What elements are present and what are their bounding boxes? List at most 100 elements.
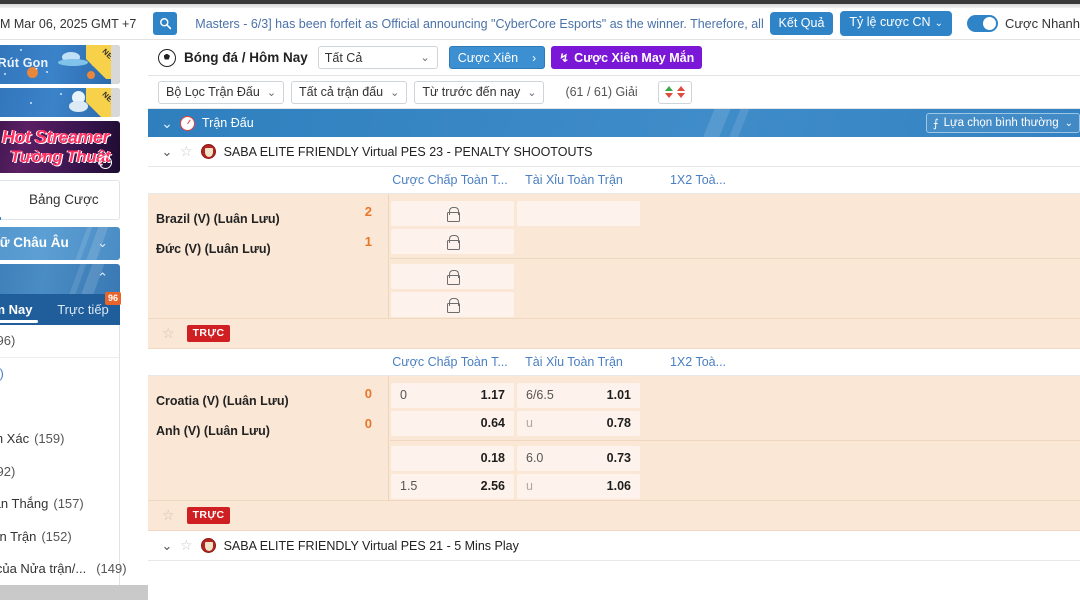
lucky-parlay-button[interactable]: ↯ Cược Xiên May Mắn bbox=[551, 46, 703, 69]
odds-cell-overunder[interactable]: u 1.06 bbox=[517, 473, 640, 499]
favorite-star-icon[interactable]: ☆ bbox=[162, 507, 175, 524]
league-name: SABA ELITE FRIENDLY Virtual PES 21 - 5 M… bbox=[223, 538, 519, 553]
triangle-down-icon-2 bbox=[676, 93, 685, 98]
favorite-star-icon[interactable]: ☆ bbox=[180, 143, 193, 160]
bet-slip-label: Bảng Cược bbox=[29, 192, 99, 207]
tab-today-label: ôm Nay bbox=[0, 302, 33, 317]
quick-bet-label: Cược Nhanh bbox=[1004, 16, 1080, 31]
promo-side-handle-2[interactable] bbox=[111, 88, 120, 117]
chevron-down-icon: ⌄ bbox=[420, 52, 430, 64]
odds-line: u bbox=[526, 416, 533, 430]
team-home-name: Croatia (V) (Luân Lưu) bbox=[156, 394, 289, 408]
odds-value: 0.64 bbox=[480, 416, 505, 430]
list-item[interactable]: 83) bbox=[0, 358, 119, 391]
time-range-select[interactable]: Từ trước đến nay ⌄ bbox=[414, 80, 545, 104]
odds-cell-empty bbox=[643, 201, 766, 226]
chevron-down-icon[interactable]: ⌄ bbox=[154, 538, 180, 554]
list-item[interactable]: oàn Trận (152) bbox=[0, 520, 119, 553]
odds-cell-handicap[interactable]: 1.5 2.56 bbox=[391, 473, 514, 499]
bet-slip-active-underline bbox=[0, 217, 1, 220]
sort-arrows-red bbox=[676, 86, 685, 98]
match-footer: ☆ TRỰC bbox=[148, 318, 1080, 348]
odds-cell-overunder[interactable]: 6.0 0.73 bbox=[517, 445, 640, 471]
odds-column-headers: Cược Chấp Toàn T... Tài Xỉu Toàn Trận 1X… bbox=[148, 167, 1080, 194]
chevron-down-icon: ⌄ bbox=[934, 18, 943, 29]
left-sidebar: ản Rút Gọn NEW NEW Hot Streamer Tường Th… bbox=[0, 40, 147, 585]
parlay-button[interactable]: Cược Xiên › bbox=[448, 46, 546, 69]
quick-bet-toggle-group[interactable]: Cược Nhanh bbox=[966, 15, 1080, 32]
tab-live[interactable]: Trực tiếp 96 bbox=[46, 292, 121, 325]
sidebar-section-header[interactable]: o ⌃ bbox=[0, 264, 120, 294]
promo-banner-second[interactable]: NEW bbox=[0, 88, 120, 117]
odds-type-button[interactable]: Tỷ lệ cược CN ⌄ bbox=[840, 11, 952, 36]
odds-cell-handicap[interactable]: 0.18 bbox=[391, 445, 514, 471]
odds-cell-empty bbox=[643, 446, 766, 471]
list-item[interactable]: (192) bbox=[0, 455, 119, 488]
search-icon[interactable] bbox=[153, 12, 178, 35]
all-matches-select[interactable]: Tất cả trận đấu ⌄ bbox=[291, 80, 408, 104]
collapse-all-chevron-icon[interactable]: ⌄ bbox=[154, 115, 180, 132]
sport-scope-select[interactable]: Tất Cả ⌄ bbox=[317, 46, 438, 69]
tab-live-label: Trực tiếp bbox=[57, 302, 109, 317]
promo-banner-shortcut-label: ản Rút Gọn bbox=[0, 56, 49, 70]
odds-value: 1.17 bbox=[480, 388, 505, 402]
bet-slip-panel[interactable]: ⌄ Bảng Cược bbox=[0, 180, 120, 220]
lock-icon bbox=[447, 206, 460, 222]
odds-row: 0.18 6.0 0.73 bbox=[389, 444, 1080, 472]
hot-streamer-banner[interactable]: Hot Streamer Tường Thuật bbox=[0, 121, 120, 173]
list-item[interactable]: ẻ của Nửa trận/... (149) bbox=[0, 553, 127, 586]
promo-side-handle[interactable] bbox=[111, 45, 120, 84]
list-item-label: oàn Trận bbox=[0, 528, 37, 544]
results-button-label: Kết Quả bbox=[778, 16, 825, 30]
sidebar-item-women-euro-label: Nữ Châu Âu bbox=[0, 235, 69, 250]
odds-cell-handicap[interactable]: 0.64 bbox=[391, 410, 514, 436]
odds-cell-handicap[interactable]: 0 1.17 bbox=[391, 382, 514, 408]
league-header-row[interactable]: ⌄ ☆ SABA ELITE FRIENDLY Virtual PES 23 -… bbox=[148, 137, 1080, 167]
odds-cell-overunder[interactable]: u 0.78 bbox=[517, 410, 640, 436]
odds-cell-locked[interactable] bbox=[391, 200, 514, 226]
tab-today[interactable]: ôm Nay bbox=[0, 294, 46, 325]
favorite-star-icon[interactable]: ☆ bbox=[180, 537, 193, 554]
lock-icon bbox=[447, 269, 460, 285]
odds-cell-overunder[interactable]: 6/6.5 1.01 bbox=[517, 382, 640, 408]
odds-cell-locked[interactable] bbox=[391, 263, 514, 289]
odds-cell-empty bbox=[643, 383, 766, 408]
odds-cell-empty bbox=[643, 474, 766, 499]
odds-line: u bbox=[526, 479, 533, 493]
list-item-count: (149) bbox=[96, 561, 127, 577]
sidebar-item-women-euro[interactable]: Nữ Châu Âu ⌄ bbox=[0, 227, 120, 260]
match-filter-select[interactable]: Bộ Lọc Trận Đấu ⌄ bbox=[158, 80, 285, 104]
top-bar-actions: Kết Quả Tỷ lệ cược CN ⌄ Cược Nhanh bbox=[769, 8, 1080, 39]
live-badge: TRỰC bbox=[186, 325, 231, 342]
column-header-overunder: Tài Xỉu Toàn Trận bbox=[525, 173, 623, 187]
list-item[interactable] bbox=[0, 390, 119, 423]
odds-row bbox=[389, 199, 1080, 227]
sort-toggle-button[interactable] bbox=[657, 80, 692, 104]
page-title: Bóng đá / Hôm Nay bbox=[184, 50, 308, 65]
chevron-down-icon: ⌄ bbox=[1064, 117, 1073, 129]
play-circle-icon bbox=[99, 156, 112, 169]
odds-cell-locked[interactable] bbox=[391, 291, 514, 317]
odds-cell-locked[interactable] bbox=[391, 228, 514, 254]
odds-cell-empty bbox=[643, 411, 766, 436]
list-item[interactable]: ính Xác (159) bbox=[0, 423, 119, 456]
odds-group-divider bbox=[390, 258, 1080, 259]
league-header-row[interactable]: ⌄ ☆ SABA ELITE FRIENDLY Virtual PES 21 -… bbox=[148, 531, 1080, 561]
match-grid: Croatia (V) (Luân Lưu) 0 Anh (V) (Luân L… bbox=[148, 376, 1080, 500]
list-item[interactable]: (396) bbox=[0, 325, 119, 358]
list-item-count: (157) bbox=[53, 496, 84, 512]
quick-bet-toggle[interactable] bbox=[966, 15, 998, 32]
team-home-row: Croatia (V) (Luân Lưu) 0 bbox=[156, 386, 388, 416]
view-mode-select[interactable]: ⨍ Lựa chọn bình thường ⌄ bbox=[925, 113, 1080, 133]
favorite-star-icon[interactable]: ☆ bbox=[162, 325, 175, 342]
list-item-label: Bàn Thắng bbox=[0, 496, 49, 512]
lock-icon bbox=[447, 297, 460, 313]
promo-banner-shortcut[interactable]: ản Rút Gọn NEW bbox=[0, 45, 120, 84]
match-odds: 0 1.17 6/6.5 1.01 0.64 u 0.78 0.18 6.0 0… bbox=[388, 376, 1080, 500]
results-button[interactable]: Kết Quả bbox=[769, 12, 834, 35]
chevron-down-icon[interactable]: ⌄ bbox=[154, 144, 180, 160]
list-item[interactable]: Bàn Thắng (157) bbox=[0, 488, 119, 521]
column-header-handicap: Cược Chấp Toàn T... bbox=[392, 355, 508, 369]
news-ticker[interactable]: Masters - 6/3] has been forfeit as Offic… bbox=[195, 17, 763, 31]
odds-column-headers: Cược Chấp Toàn T... Tài Xỉu Toàn Trận 1X… bbox=[148, 349, 1080, 376]
